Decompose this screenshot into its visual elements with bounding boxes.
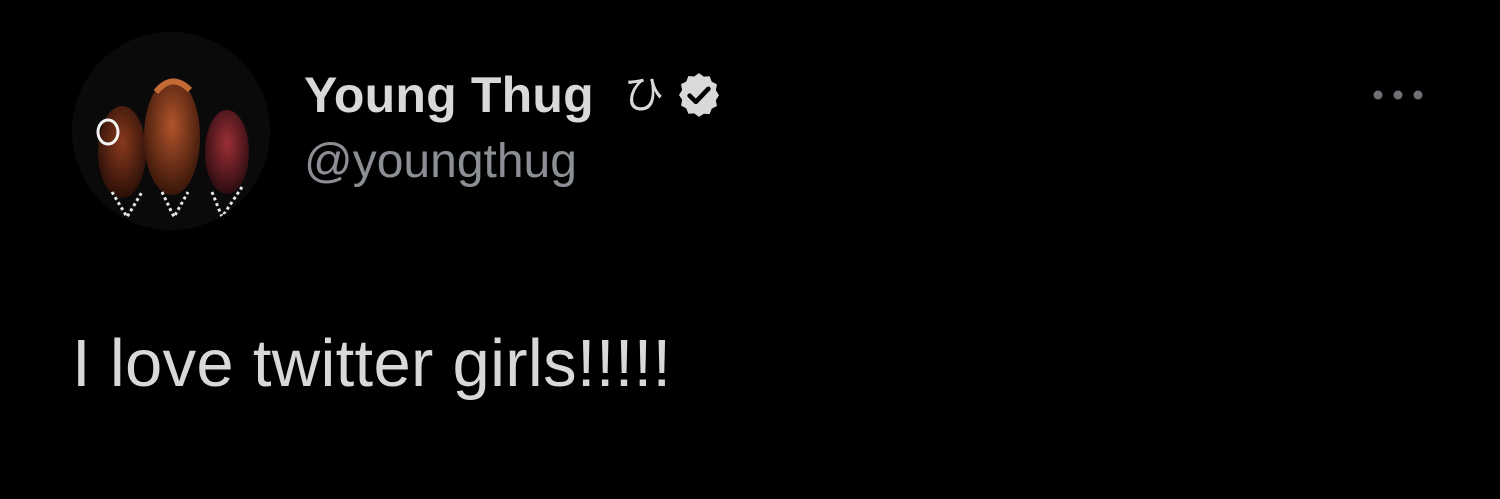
author-handle[interactable]: @youngthug [304,134,724,189]
avatar-image [72,32,270,230]
tweet-text: I love twitter girls!!!!! [72,326,672,401]
tweet-header: Young Thug ひ @youngthug [304,62,724,189]
more-horizontal-icon [1373,90,1423,100]
tweet-card: Young Thug ひ @youngthug I love twitter g… [0,0,1500,499]
author-name-glyph: ひ [623,72,664,118]
more-options-button[interactable] [1368,82,1428,108]
author-name-row: Young Thug ひ [304,62,724,128]
avatar[interactable] [72,32,270,230]
verified-badge-icon [674,70,724,120]
author-display-name[interactable]: Young Thug [304,66,594,124]
